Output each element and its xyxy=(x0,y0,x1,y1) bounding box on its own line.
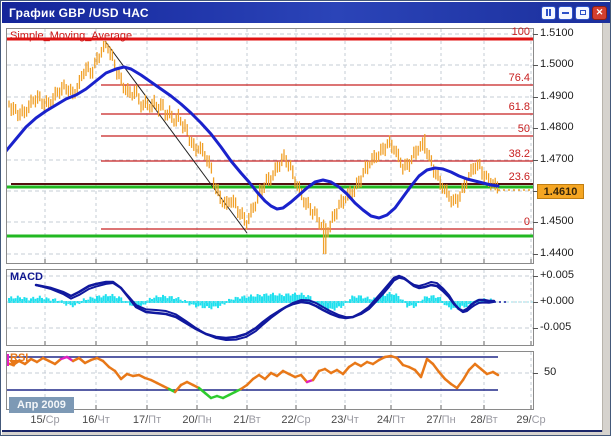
date-weekday: Чт xyxy=(97,414,109,426)
date-weekday: Вт xyxy=(249,414,261,426)
fib-label: 50 xyxy=(496,123,530,135)
price-tick xyxy=(533,222,538,223)
fib-label: 100 xyxy=(496,26,530,38)
macd-axis-label: +0.005 xyxy=(540,269,574,281)
date-number: 27/ xyxy=(426,414,441,426)
fib-label: 0 xyxy=(496,216,530,228)
date-label: 16/Чт xyxy=(82,414,110,426)
fib-label: 38.2 xyxy=(496,148,530,160)
price-label: 1.5100 xyxy=(540,27,574,39)
date-weekday: Пт xyxy=(148,414,161,426)
price-tick xyxy=(533,34,538,35)
price-tick xyxy=(533,254,538,255)
macd-line xyxy=(36,276,494,338)
window-controls: ✕ xyxy=(541,6,607,20)
price-tick xyxy=(533,65,538,66)
date-label: 22/Ср xyxy=(281,414,310,426)
date-weekday: Пн xyxy=(198,414,212,426)
rsi-canvas xyxy=(7,352,533,409)
window-title: График GBP /USD ЧАС xyxy=(9,6,149,20)
date-weekday: Чт xyxy=(346,414,358,426)
minimize-button[interactable] xyxy=(558,6,573,20)
rsi-tick xyxy=(533,373,538,374)
date-label: 23/Чт xyxy=(331,414,359,426)
macd-tick xyxy=(533,276,538,277)
date-number: 15/ xyxy=(30,414,45,426)
date-number: 22/ xyxy=(281,414,296,426)
month-badge: Апр 2009 xyxy=(9,397,74,413)
date-label: 20/Пн xyxy=(182,414,211,426)
close-button[interactable]: ✕ xyxy=(592,6,607,20)
pause-icon xyxy=(546,9,551,16)
macd-axis-label: -0.005 xyxy=(540,321,571,333)
rsi-axis-label: 50 xyxy=(544,366,556,378)
date-weekday: Пн xyxy=(442,414,456,426)
date-label: 17/Пт xyxy=(133,414,161,426)
macd-panel[interactable] xyxy=(6,269,534,346)
macd-axis-label: +0.000 xyxy=(540,295,574,307)
sma-indicator-label: Simple_Moving_Average xyxy=(10,30,132,42)
date-number: 16/ xyxy=(82,414,97,426)
price-label: 1.4500 xyxy=(540,215,574,227)
restore-icon xyxy=(580,10,586,15)
date-weekday: Вт xyxy=(486,414,498,426)
date-weekday: Ср xyxy=(532,414,546,426)
price-chart-panel[interactable] xyxy=(6,28,534,264)
fib-label: 76.4 xyxy=(496,72,530,84)
rsi-indicator-label: RSI xyxy=(10,352,28,364)
window-bottom-frame xyxy=(2,432,611,436)
date-label: 24/Пт xyxy=(377,414,405,426)
price-tick xyxy=(533,160,538,161)
close-icon: ✕ xyxy=(596,8,604,17)
date-label: 27/Пн xyxy=(426,414,455,426)
restore-button[interactable] xyxy=(575,6,590,20)
title-bar[interactable]: График GBP /USD ЧАС ✕ xyxy=(2,2,611,23)
rsi-panel[interactable] xyxy=(6,351,534,410)
macd-tick xyxy=(533,328,538,329)
price-tick xyxy=(533,97,538,98)
date-weekday: Ср xyxy=(46,414,60,426)
price-label: 1.4800 xyxy=(540,121,574,133)
date-number: 17/ xyxy=(133,414,148,426)
date-label: 21/Вт xyxy=(233,414,260,426)
minimize-icon xyxy=(562,12,569,14)
date-weekday: Ср xyxy=(297,414,311,426)
date-number: 21/ xyxy=(233,414,248,426)
date-label: 29/Ср xyxy=(516,414,545,426)
price-tick xyxy=(533,128,538,129)
fib-label: 61.8 xyxy=(496,101,530,113)
price-label: 1.4400 xyxy=(540,247,574,259)
current-price-badge: 1.4610 xyxy=(537,184,584,199)
price-chart-canvas xyxy=(7,29,533,263)
macd-indicator-label: MACD xyxy=(10,271,43,283)
date-number: 23/ xyxy=(331,414,346,426)
price-label: 1.5000 xyxy=(540,58,574,70)
date-number: 28/ xyxy=(470,414,485,426)
macd-tick xyxy=(533,302,538,303)
date-number: 20/ xyxy=(182,414,197,426)
pin-button[interactable] xyxy=(541,6,556,20)
window-right-frame xyxy=(602,23,611,432)
date-number: 24/ xyxy=(377,414,392,426)
price-label: 1.4900 xyxy=(540,90,574,102)
fib-label: 23.6 xyxy=(496,171,530,183)
date-weekday: Пт xyxy=(392,414,405,426)
price-label: 1.4700 xyxy=(540,153,574,165)
macd-canvas xyxy=(7,270,533,345)
date-number: 29/ xyxy=(516,414,531,426)
chart-window: График GBP /USD ЧАС ✕ Simple_Moving_Aver… xyxy=(0,0,611,436)
date-label: 15/Ср xyxy=(30,414,59,426)
date-label: 28/Вт xyxy=(470,414,497,426)
